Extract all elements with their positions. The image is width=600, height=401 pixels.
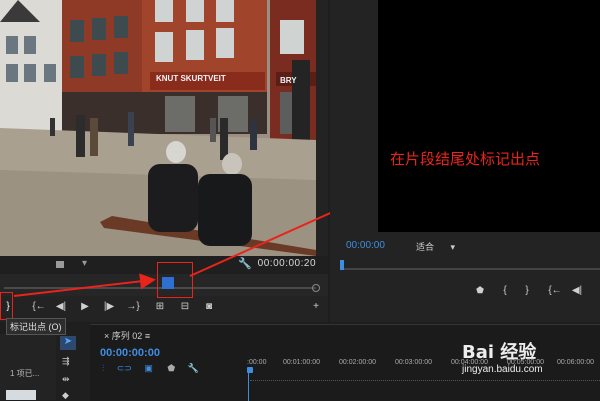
ruler-ticks	[250, 375, 600, 381]
project-thumbnail[interactable]	[6, 390, 36, 400]
go-to-in-icon[interactable]: {←	[548, 285, 562, 296]
program-transport-controls: ⬟ { } {← ◀|	[330, 280, 600, 302]
timeline-tool-row: ⫶ ⊂⊃ ▣ ⬟ 🔧	[102, 363, 199, 374]
project-item-count: 1 项已...	[10, 369, 40, 378]
menu-icon[interactable]: ≡	[145, 331, 150, 341]
step-back-icon[interactable]: ◀|	[570, 285, 584, 296]
ripple-edit-tool-icon[interactable]: ⇹	[62, 374, 70, 385]
marker-icon[interactable]: ⬟	[473, 285, 487, 296]
baidu-watermark: Bai 经验 jingyan.baidu.com	[462, 338, 543, 375]
timeline-ruler[interactable]: :00:00 00:01:00:00 00:02:00:00 00:03:00:…	[245, 359, 600, 373]
playhead-line	[248, 369, 249, 401]
watermark-brand: Bai 经验	[462, 342, 537, 363]
ruler-label: 00:02:00:00	[339, 359, 376, 366]
zoom-label: 适合	[416, 242, 435, 252]
ruler-label: 00:01:00:00	[283, 359, 320, 366]
track-select-tool-icon[interactable]: ⇶	[62, 356, 70, 367]
mark-in-icon[interactable]: {	[498, 285, 512, 296]
program-time-ruler[interactable]	[330, 256, 600, 276]
wrench-icon[interactable]: 🔧	[188, 363, 199, 373]
sequence-tab-label: 序列 02	[111, 331, 143, 341]
tools-panel: ➤ ⇶ ⇹ ◆	[56, 324, 90, 400]
chevron-down-icon: ▾	[450, 242, 456, 252]
watermark-url: jingyan.baidu.com	[462, 364, 543, 375]
mark-out-icon[interactable]: }	[520, 285, 534, 296]
ruler-label: 00:03:00:00	[395, 359, 432, 366]
ruler-label: 00:06:00:00	[557, 359, 594, 366]
program-playhead[interactable]	[340, 260, 344, 270]
annotation-text: 在片段结尾处标记出点	[390, 150, 541, 168]
project-panel: 1 项已...	[0, 334, 56, 400]
tooltip: 标记出点 (O)	[6, 318, 66, 335]
linked-selection-icon[interactable]: ⊂⊃	[117, 363, 132, 373]
razor-tool-icon[interactable]: ◆	[62, 390, 69, 401]
timeline-timecode: 00:00:00:00	[100, 347, 160, 359]
close-icon[interactable]: ×	[104, 331, 109, 341]
marker-icon[interactable]: ⬟	[167, 363, 175, 373]
snap-icon[interactable]: ⫶	[102, 363, 104, 373]
program-zoom-select[interactable]: 适合 ▾	[416, 240, 455, 253]
program-timecode: 00:00:00	[346, 240, 385, 251]
selection-tool-icon[interactable]: ➤	[60, 336, 76, 350]
program-video-frame	[378, 0, 600, 232]
add-marker-icon[interactable]: ▣	[144, 363, 153, 373]
ruler-label: :00:00	[247, 359, 267, 366]
tab-sequence-02[interactable]: × 序列 02 ≡	[104, 329, 150, 342]
